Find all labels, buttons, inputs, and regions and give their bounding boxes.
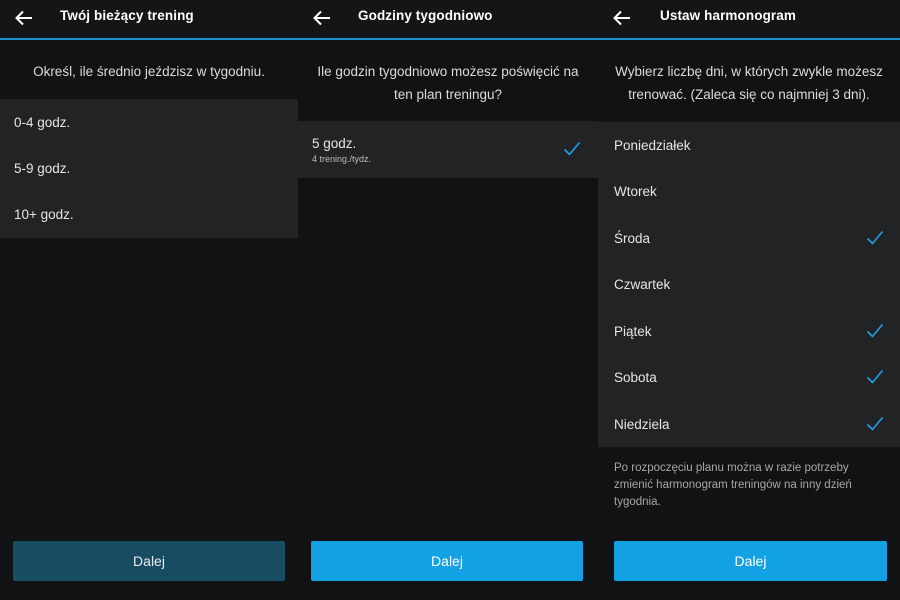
- back-arrow-icon[interactable]: [13, 7, 35, 29]
- next-button[interactable]: Dalej: [614, 541, 887, 581]
- day-wednesday[interactable]: Środa: [598, 215, 900, 261]
- question-text: Ile godzin tygodniowo możesz poświęcić n…: [298, 60, 598, 106]
- question-line-1: Ile godzin tygodniowo możesz poświęcić n…: [317, 64, 579, 79]
- screen-set-schedule: Ustaw harmonogram Wybierz liczbę dni, w …: [598, 0, 900, 600]
- note-line-2: zmienić harmonogram treningów na inny dz…: [614, 479, 852, 491]
- header-underline: [298, 38, 598, 40]
- checkmark-icon: [563, 141, 581, 157]
- days-list: Poniedziałek Wtorek Środa Czwartek Piąte…: [598, 122, 900, 447]
- page-title: Godziny tygodniowo: [358, 8, 493, 23]
- app-bar: Godziny tygodniowo: [298, 0, 598, 40]
- day-label: Czwartek: [614, 277, 671, 292]
- next-button[interactable]: Dalej: [311, 541, 583, 581]
- option-label: 0-4 godz.: [14, 115, 71, 130]
- day-friday[interactable]: Piątek: [598, 308, 900, 354]
- question-text: Określ, ile średnio jeździsz w tygodniu.: [33, 64, 265, 79]
- back-arrow-icon[interactable]: [311, 7, 333, 29]
- option-10-plus-hours[interactable]: 10+ godz.: [0, 191, 298, 238]
- question-line-2: trenować. (Zaleca się co najmniej 3 dni)…: [628, 87, 870, 102]
- question-line-2: ten plan treningu?: [393, 87, 503, 102]
- checkmark-icon: [866, 230, 884, 246]
- option-0-4-hours[interactable]: 0-4 godz.: [0, 99, 298, 145]
- next-button[interactable]: Dalej: [13, 541, 285, 581]
- option-sublabel: 4 trening./tydz.: [312, 154, 372, 164]
- screen-weekly-hours: Godziny tygodniowo Ile godzin tygodniowo…: [298, 0, 598, 600]
- checkmark-icon: [866, 369, 884, 385]
- back-arrow-icon[interactable]: [611, 7, 633, 29]
- screen-current-training: Twój bieżący trening Określ, ile średnio…: [0, 0, 298, 600]
- day-label: Środa: [614, 231, 651, 246]
- question-line-1: Wybierz liczbę dni, w których zwykle moż…: [615, 64, 883, 79]
- checkmark-icon: [866, 416, 884, 432]
- note-line-3: tygodnia.: [614, 496, 661, 508]
- header-underline: [0, 38, 298, 40]
- day-sunday[interactable]: Niedziela: [598, 401, 900, 447]
- app-bar: Ustaw harmonogram: [598, 0, 900, 40]
- app-bar: Twój bieżący trening: [0, 0, 298, 40]
- day-tuesday[interactable]: Wtorek: [598, 168, 900, 215]
- checkmark-icon: [866, 323, 884, 339]
- day-label: Wtorek: [614, 184, 657, 199]
- day-label: Niedziela: [614, 417, 670, 432]
- question-text: Wybierz liczbę dni, w których zwykle moż…: [598, 60, 900, 106]
- schedule-note: Po rozpoczęciu planu można w razie potrz…: [614, 460, 884, 511]
- day-label: Piątek: [614, 324, 652, 339]
- option-label: 10+ godz.: [14, 207, 74, 222]
- day-thursday[interactable]: Czwartek: [598, 261, 900, 308]
- header-underline: [598, 38, 900, 40]
- day-label: Poniedziałek: [614, 138, 691, 153]
- option-label: 5 godz.: [312, 136, 357, 151]
- page-title: Twój bieżący trening: [60, 8, 194, 23]
- day-label: Sobota: [614, 370, 657, 385]
- page-title: Ustaw harmonogram: [660, 8, 796, 23]
- hours-option-list: 0-4 godz. 5-9 godz. 10+ godz.: [0, 99, 298, 238]
- hours-option-list: 5 godz. 4 trening./tydz.: [298, 121, 598, 178]
- option-5-hours[interactable]: 5 godz. 4 trening./tydz.: [298, 121, 598, 178]
- day-saturday[interactable]: Sobota: [598, 354, 900, 401]
- option-label: 5-9 godz.: [14, 161, 71, 176]
- day-monday[interactable]: Poniedziałek: [598, 122, 900, 168]
- option-5-9-hours[interactable]: 5-9 godz.: [0, 145, 298, 191]
- note-line-1: Po rozpoczęciu planu można w razie potrz…: [614, 462, 849, 474]
